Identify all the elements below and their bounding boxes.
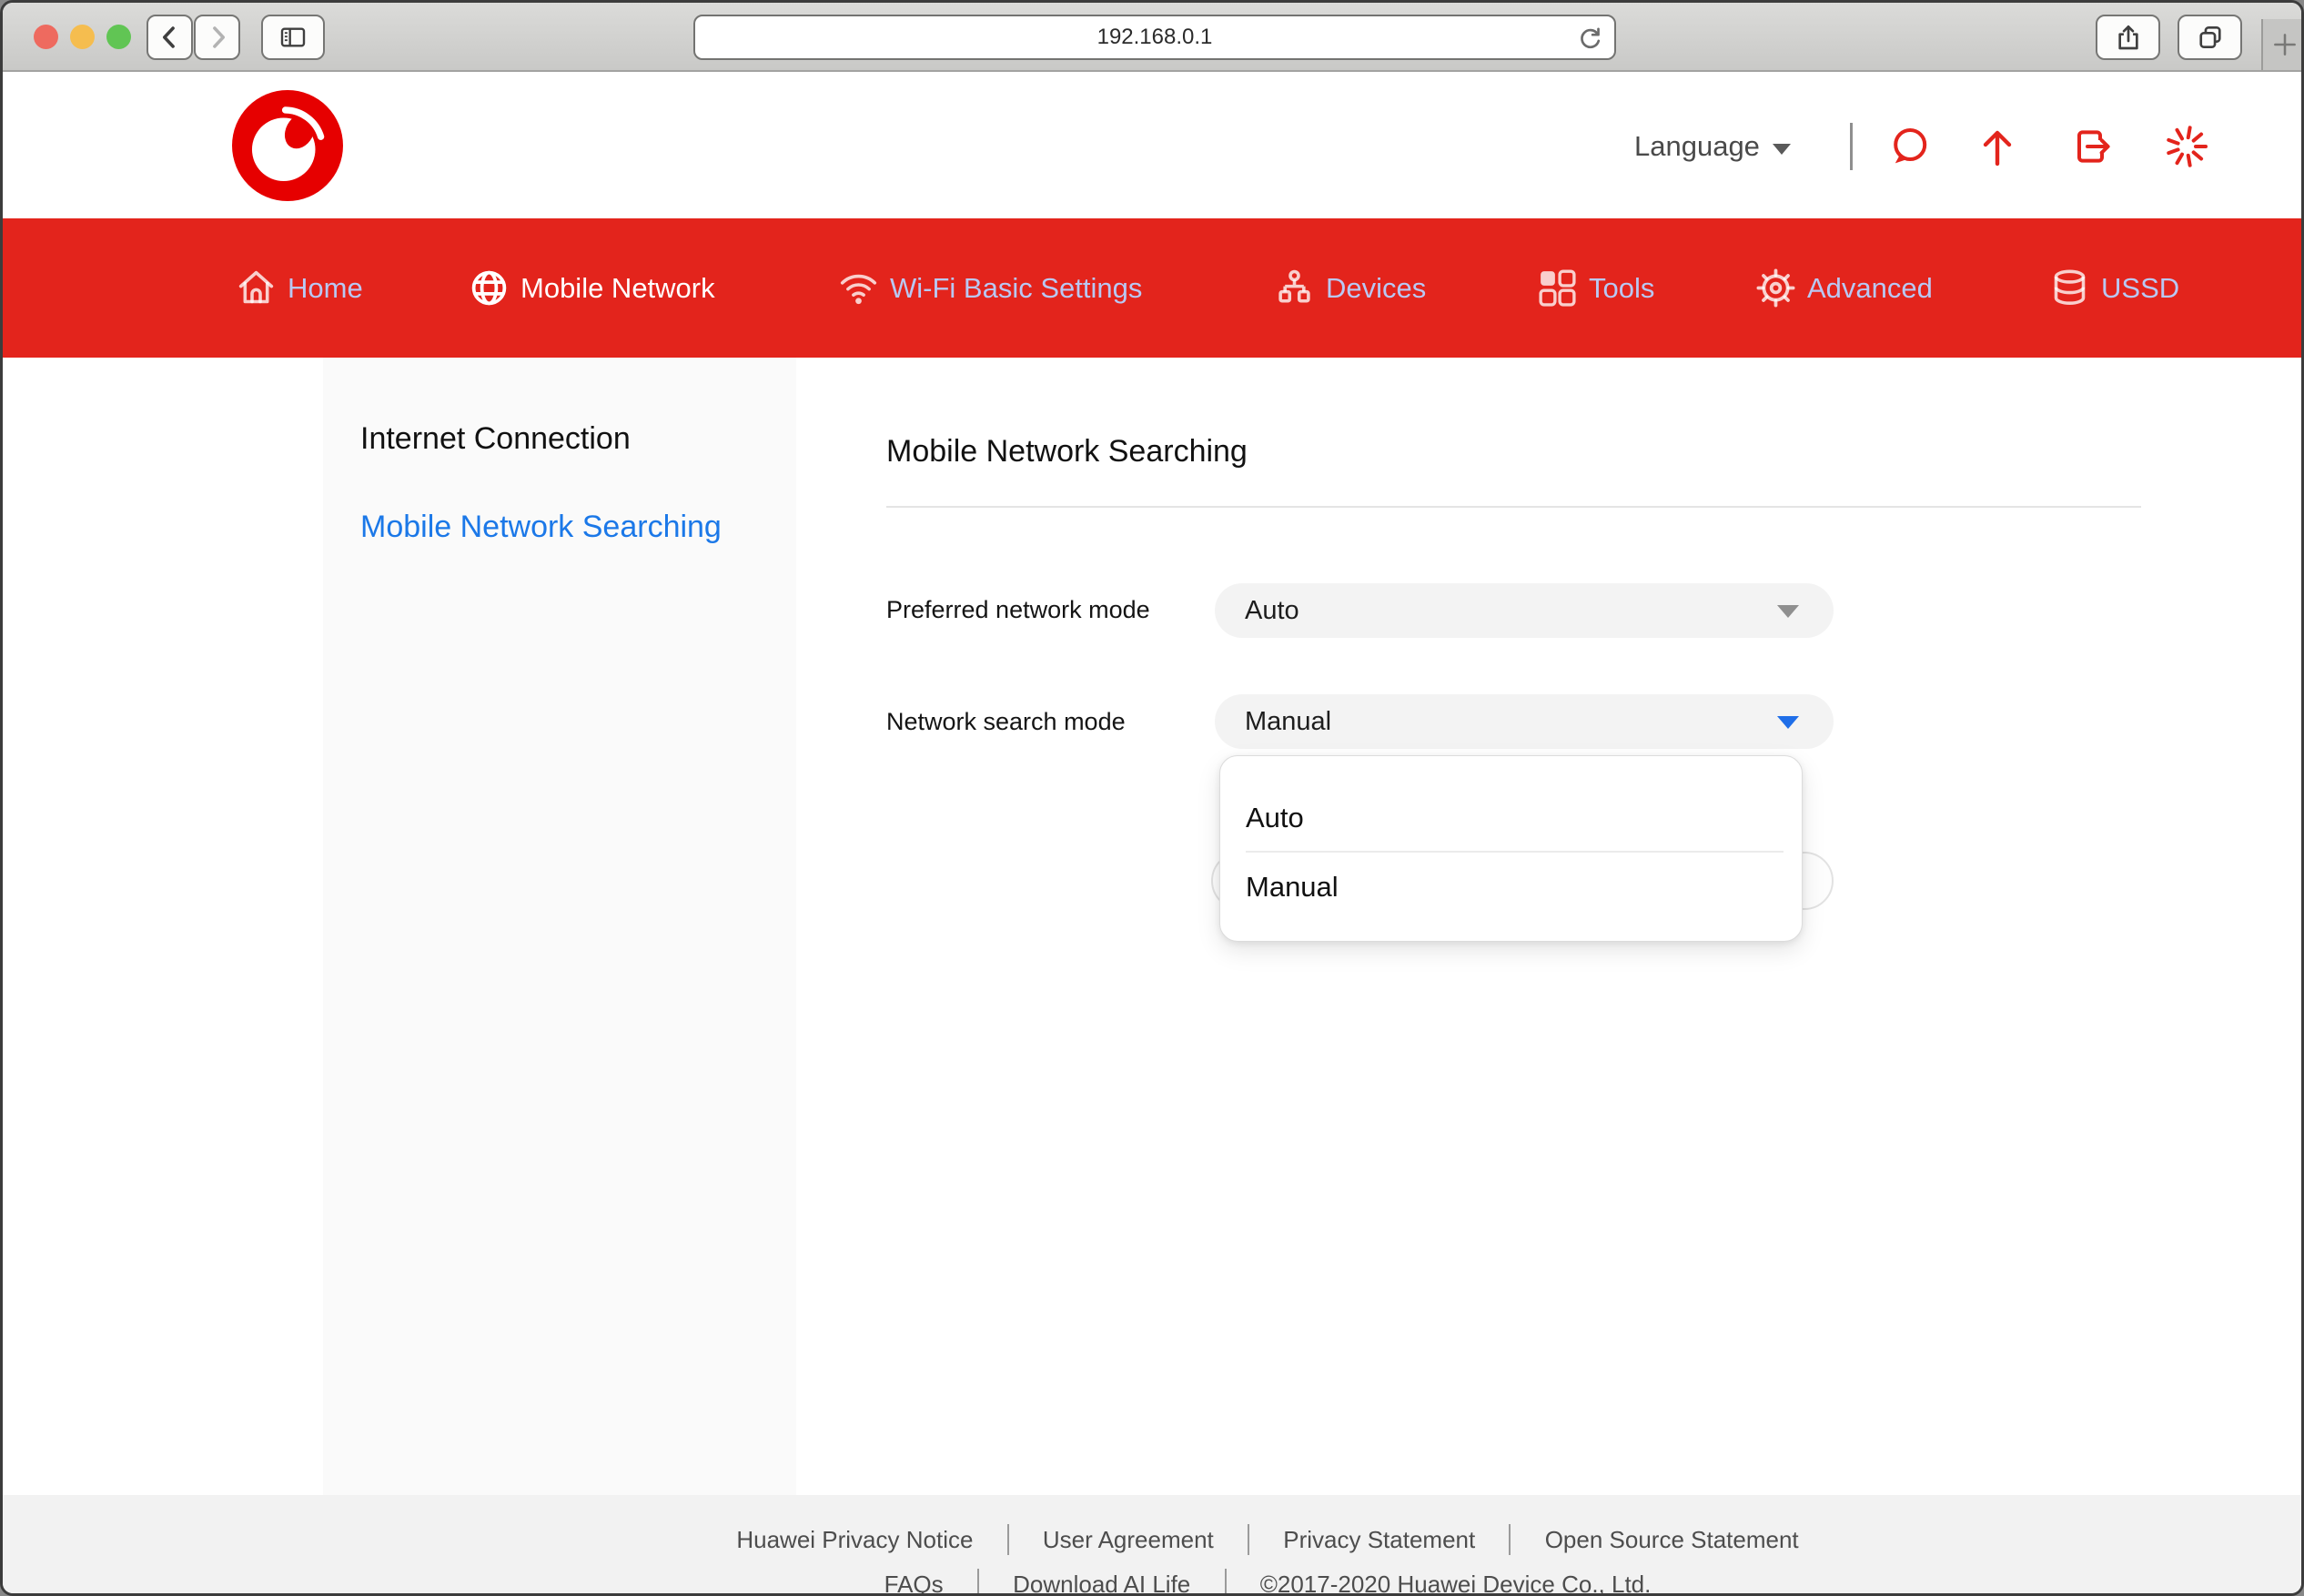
- footer-link-huawei-privacy-notice[interactable]: Huawei Privacy Notice: [736, 1526, 973, 1554]
- dropdown-option-auto[interactable]: Auto: [1246, 802, 1304, 834]
- dropdown-option-divider: [1246, 851, 1784, 853]
- arrow-up-icon: [1976, 125, 2019, 168]
- gear-icon: [1755, 268, 1796, 308]
- wifi-icon: [838, 268, 879, 308]
- nav-item-devices[interactable]: Devices: [1274, 218, 1426, 358]
- header-divider: [1850, 123, 1853, 170]
- preferred-network-mode-value: Auto: [1245, 596, 1299, 626]
- dropdown-option-manual[interactable]: Manual: [1246, 871, 1339, 904]
- network-search-mode-value: Manual: [1245, 707, 1331, 737]
- nav-item-home[interactable]: Home: [236, 218, 363, 358]
- database-icon: [2049, 268, 2090, 308]
- settings-sidebar: Internet Connection Mobile Network Searc…: [323, 358, 796, 1495]
- plus-icon: [2269, 29, 2300, 60]
- chevron-down-icon: [1773, 144, 1791, 155]
- chevron-down-icon: [1777, 716, 1799, 729]
- back-button[interactable]: [147, 15, 193, 60]
- nav-item-tools[interactable]: Tools: [1537, 218, 1654, 358]
- footer-link-open-source-statement[interactable]: Open Source Statement: [1545, 1526, 1799, 1554]
- footer-divider: [1248, 1524, 1249, 1555]
- minimize-window-button[interactable]: [70, 25, 95, 49]
- address-bar[interactable]: 192.168.0.1: [693, 15, 1616, 60]
- preferred-network-mode-select[interactable]: Auto: [1215, 583, 1834, 638]
- globe-icon: [469, 268, 510, 308]
- nav-item-label: Wi-Fi Basic Settings: [890, 272, 1142, 305]
- reload-button[interactable]: [1576, 25, 1605, 54]
- share-icon: [2114, 23, 2143, 52]
- page-title: Mobile Network Searching: [886, 434, 1248, 470]
- page-footer: Huawei Privacy Notice User Agreement Pri…: [3, 1495, 2301, 1596]
- footer-link-privacy-statement[interactable]: Privacy Statement: [1283, 1526, 1475, 1554]
- sidebar-toggle-button[interactable]: [261, 15, 325, 60]
- footer-divider: [977, 1569, 979, 1596]
- home-icon: [236, 268, 277, 308]
- nav-item-label: Devices: [1326, 272, 1426, 305]
- chat-bubble-icon: [1887, 125, 1931, 168]
- browser-window: 192.168.0.1 Language: [0, 0, 2304, 1596]
- tools-icon: [1537, 268, 1578, 308]
- zoom-window-button[interactable]: [106, 25, 131, 49]
- footer-divider: [1007, 1524, 1009, 1555]
- loading-spinner-icon: [2165, 125, 2208, 168]
- devices-icon: [1274, 268, 1315, 308]
- chevron-left-icon: [157, 24, 184, 51]
- footer-divider: [1225, 1569, 1227, 1596]
- forward-button[interactable]: [194, 15, 240, 60]
- nav-item-mobile-network[interactable]: Mobile Network: [469, 218, 715, 358]
- sms-button[interactable]: [1887, 125, 1931, 168]
- tab-overview-button[interactable]: [2178, 15, 2242, 60]
- browser-toolbar: 192.168.0.1: [3, 3, 2301, 72]
- new-tab-button[interactable]: [2261, 19, 2304, 70]
- footer-link-user-agreement[interactable]: User Agreement: [1043, 1526, 1214, 1554]
- reload-icon: [1576, 25, 1605, 54]
- footer-links-row-1: Huawei Privacy Notice User Agreement Pri…: [234, 1526, 2301, 1557]
- footer-divider: [1509, 1524, 1511, 1555]
- footer-links-row-2: FAQs Download AI Life ©2017-2020 Huawei …: [234, 1571, 2301, 1596]
- title-divider: [886, 506, 2141, 508]
- logout-icon: [2070, 125, 2114, 168]
- chevron-right-icon: [204, 24, 231, 51]
- nav-item-label: Advanced: [1807, 272, 1933, 305]
- vodafone-logo: [232, 90, 343, 201]
- sidebar-panel-icon: [278, 23, 308, 52]
- footer-link-download-ai-life[interactable]: Download AI Life: [1013, 1571, 1190, 1596]
- nav-item-wifi-basic-settings[interactable]: Wi-Fi Basic Settings: [838, 218, 1142, 358]
- language-selector[interactable]: Language: [1634, 126, 1791, 167]
- page-header: Language: [3, 72, 2301, 218]
- nav-item-ussd[interactable]: USSD: [2049, 218, 2179, 358]
- nav-item-advanced[interactable]: Advanced: [1755, 218, 1933, 358]
- preferred-network-mode-label: Preferred network mode: [886, 596, 1150, 624]
- logout-button[interactable]: [2070, 125, 2114, 168]
- network-search-mode-dropdown: Auto Manual: [1219, 755, 1803, 942]
- sidebar-section-internet-connection[interactable]: Internet Connection: [360, 421, 631, 457]
- chevron-down-icon: [1777, 605, 1799, 618]
- footer-link-faqs[interactable]: FAQs: [884, 1571, 944, 1596]
- share-button[interactable]: [2096, 15, 2160, 60]
- tabs-icon: [2196, 23, 2225, 52]
- nav-item-label: USSD: [2101, 272, 2179, 305]
- nav-item-label: Home: [288, 272, 363, 305]
- close-window-button[interactable]: [34, 25, 58, 49]
- network-search-mode-select[interactable]: Manual: [1215, 694, 1834, 749]
- url-text: 192.168.0.1: [1097, 25, 1213, 50]
- main-nav: Home Mobile Network Wi-Fi Basic Settings…: [3, 218, 2301, 358]
- sidebar-item-mobile-network-searching[interactable]: Mobile Network Searching: [360, 510, 722, 545]
- update-button[interactable]: [1976, 125, 2019, 168]
- nav-item-label: Tools: [1589, 272, 1654, 305]
- main-content: Mobile Network Searching Preferred netwo…: [796, 358, 2301, 1495]
- nav-item-label: Mobile Network: [520, 272, 715, 305]
- footer-copyright: ©2017-2020 Huawei Device Co., Ltd.: [1260, 1571, 1652, 1596]
- network-search-mode-label: Network search mode: [886, 708, 1126, 736]
- language-label: Language: [1634, 130, 1760, 163]
